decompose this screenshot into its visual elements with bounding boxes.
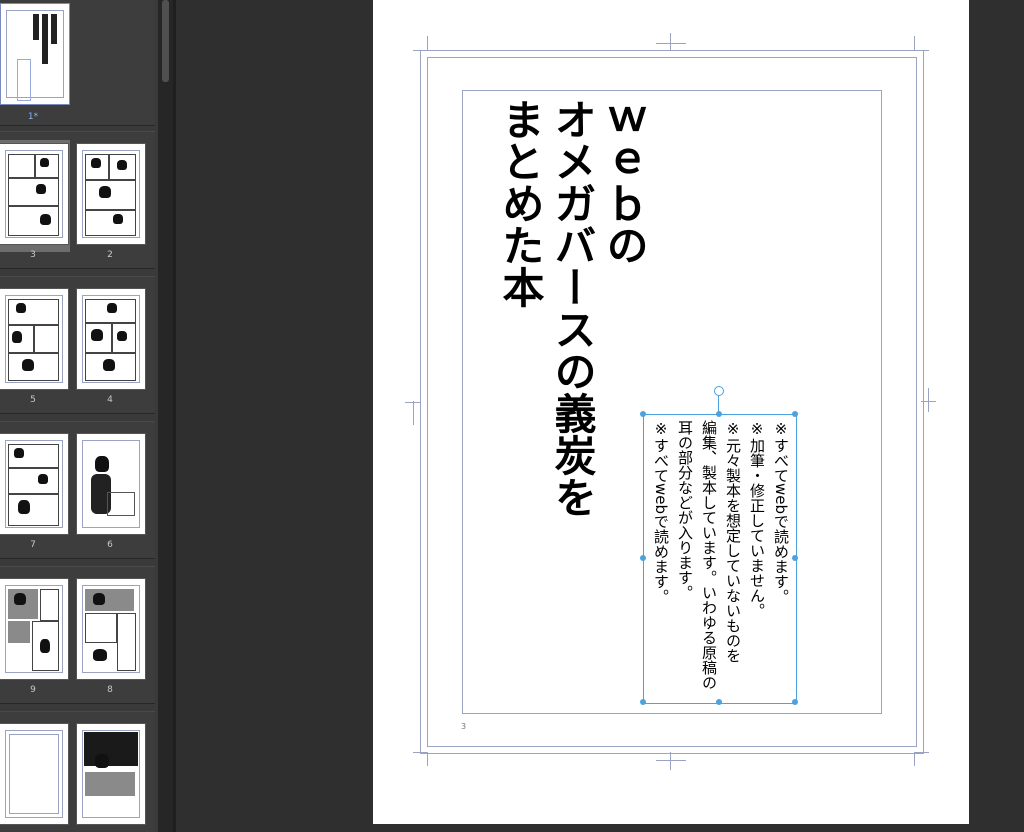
register-mark: [413, 401, 414, 425]
resize-handle-bottom-left[interactable]: [640, 699, 646, 705]
page-number: 7: [30, 540, 36, 550]
page-number: 2: [107, 250, 113, 260]
page-number: 3: [30, 250, 36, 260]
corner-mark: [915, 50, 929, 51]
page-thumb-7[interactable]: 7: [0, 430, 70, 550]
corner-mark: [914, 752, 915, 766]
page-thumb-9[interactable]: 9: [0, 575, 70, 695]
corner-mark: [915, 752, 929, 753]
corner-mark: [413, 752, 427, 753]
page-thumbnail: [76, 433, 146, 535]
register-mark: [656, 43, 686, 44]
scrollbar-thumb[interactable]: [162, 0, 169, 82]
page-thumbnail: [76, 143, 146, 245]
page-thumbnail: [0, 143, 69, 245]
page-number: 5: [30, 395, 36, 405]
page-list-scrollbar[interactable]: [158, 0, 173, 832]
rotation-handle[interactable]: [714, 386, 724, 396]
page-thumbnail: [0, 578, 69, 680]
register-mark: [921, 401, 936, 402]
page-thumbnail: [0, 288, 69, 390]
spread-3: 5 4: [0, 276, 155, 414]
spread-2: 3 2: [0, 131, 155, 269]
page-thumb-next[interactable]: [73, 720, 147, 832]
page-thumb-4[interactable]: 4: [73, 285, 147, 405]
canvas-margin-right: [969, 0, 1024, 832]
page-thumb-5[interactable]: 5: [0, 285, 70, 405]
resize-handle-top-right[interactable]: [792, 411, 798, 417]
page-title-text[interactable]: ｗｅｂの オメガバースの義炭を まとめた本: [490, 98, 650, 518]
register-mark: [670, 33, 671, 51]
page-number: 1*: [27, 112, 39, 122]
panel-divider[interactable]: [173, 0, 176, 832]
spread-1: 1*: [0, 0, 155, 126]
page-thumbnail: [0, 433, 69, 535]
corner-mark: [413, 50, 427, 51]
page-thumb-6[interactable]: 6: [73, 430, 147, 550]
page-thumbnail: [76, 723, 146, 825]
page-folio: 3: [461, 722, 467, 731]
corner-mark: [914, 36, 915, 50]
resize-handle-right[interactable]: [792, 555, 798, 561]
spread-4: 7 6: [0, 421, 155, 559]
notes-text[interactable]: ※すべてwebで読めます。 ※加筆・修正していません。 ※元々製本を想定していな…: [645, 420, 793, 700]
corner-mark: [427, 36, 428, 50]
page-thumb-8[interactable]: 8: [73, 575, 147, 695]
page-thumb-blank[interactable]: [0, 720, 70, 832]
page-thumb-3[interactable]: 3: [0, 140, 70, 260]
spread-5: 9 8: [0, 566, 155, 704]
register-mark: [928, 388, 929, 412]
page-thumbnail: [76, 288, 146, 390]
resize-handle-bottom[interactable]: [716, 699, 722, 705]
corner-mark: [427, 752, 428, 766]
register-mark: [405, 402, 420, 403]
page-number: 9: [30, 685, 36, 695]
resize-handle-top-left[interactable]: [640, 411, 646, 417]
page-thumbnail: [0, 3, 70, 105]
page-number: 4: [107, 395, 113, 405]
resize-handle-top[interactable]: [716, 411, 722, 417]
spread-6: [0, 711, 155, 832]
page-number: 6: [107, 540, 113, 550]
page-thumb-1[interactable]: 1*: [0, 0, 70, 122]
page-thumb-2[interactable]: 2: [73, 140, 147, 260]
register-mark: [670, 752, 671, 770]
page-thumbnail: [76, 578, 146, 680]
resize-handle-bottom-right[interactable]: [792, 699, 798, 705]
page-thumbnail: [0, 723, 69, 825]
resize-handle-left[interactable]: [640, 555, 646, 561]
page-list-panel: 1* 3 2 5 4 7 6 9 8: [0, 0, 158, 832]
register-mark: [656, 760, 686, 761]
page-number: 8: [107, 685, 113, 695]
